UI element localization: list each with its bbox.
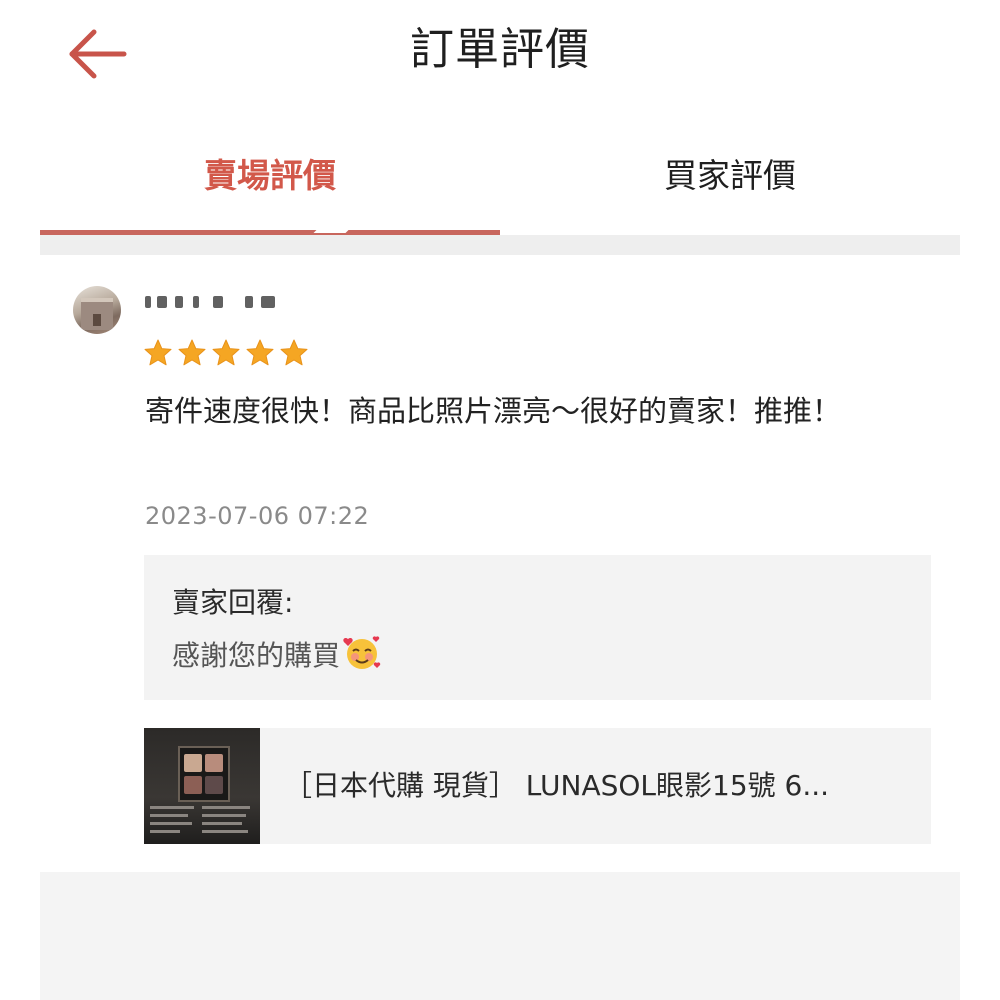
username-redacted [145,290,280,314]
seller-reply-text: 感謝您的購買 [172,639,341,672]
review-comment: 寄件速度很快！商品比照片漂亮～很好的賣家！推推！ [145,394,842,428]
pan-1 [184,754,202,772]
tab-seller-reviews[interactable]: 賣場評價 [40,140,500,220]
review-timestamp: 2023-07-06 07:22 [145,502,370,530]
star-icon [178,339,206,366]
page-title: 訂單評價 [410,24,590,75]
seller-reply-label: 賣家回覆: [172,586,294,619]
product-card[interactable]: ［日本代購 現貨］ LUNASOL眼影15號 6... [144,728,931,844]
review-tabs: 賣場評價 買家評價 [40,140,960,235]
pan-4 [205,776,223,794]
product-name: ［日本代購 現貨］ LUNASOL眼影15號 6... [284,769,830,802]
star-icon [212,339,240,366]
seller-reply-text-row: 感謝您的購買 [172,633,382,677]
pan-2 [205,754,223,772]
empty-area [40,872,960,1000]
seller-reply: 賣家回覆: 感謝您的購買 [144,555,931,700]
section-divider [40,235,960,255]
smiling-face-with-hearts-icon [343,636,381,669]
header: 訂單評價 [0,0,1000,110]
avatar-photo-detail [93,314,101,326]
order-review-page: 訂單評價 賣場評價 買家評價 寄件速度很快！商品比照片漂亮～很好的賣家！推推！ … [0,0,1000,1000]
avatar[interactable] [73,286,121,334]
indicator-notch [313,228,351,233]
palette-graphic [178,746,230,802]
star-icon [280,339,308,366]
star-rating [143,338,309,368]
star-icon [144,339,172,366]
tab-buyer-reviews[interactable]: 買家評價 [500,140,960,220]
star-icon [246,339,274,366]
thumbnail-text-lines [150,806,254,838]
pan-3 [184,776,202,794]
eyeshadow-palette-image [144,728,260,844]
